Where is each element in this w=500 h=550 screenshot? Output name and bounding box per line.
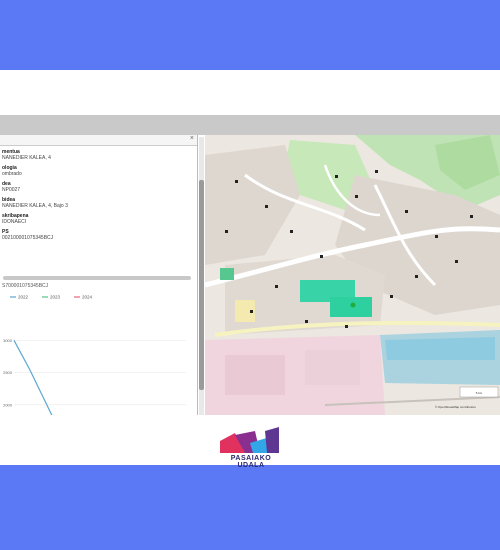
map-attribution: © OpenStreetMap contributors (435, 405, 476, 409)
legend-label: 2024 (82, 295, 93, 300)
panel-header: × (0, 135, 197, 146)
series-line-2022 (13, 340, 53, 415)
map-view[interactable]: 5 km © OpenStreetMap contributors (205, 135, 500, 415)
legend-label: 2023 (50, 295, 61, 300)
attribute-value: 002100001075345BCJ (2, 235, 54, 241)
attribute-value: NANEDIER KALEA, 4, Bajo 3 (2, 203, 68, 209)
legend-label: 2022 (18, 295, 29, 300)
attribute-value: NP0027 (2, 187, 21, 193)
selected-location-marker (350, 302, 356, 308)
app-toolbar (0, 115, 500, 135)
consumption-chart: 5001000150020002500300024681012Hilea2022… (3, 295, 186, 415)
attribute-list: mentua NANEDIER KALEA, 4 ologia ombrado dea N… (0, 146, 197, 271)
horizontal-scrollbar[interactable] (3, 276, 191, 280)
close-icon[interactable]: × (190, 135, 194, 142)
attribute-value: ombrado (2, 171, 22, 177)
y-tick-label: 2500 (3, 370, 13, 375)
y-tick-label: 3000 (3, 338, 13, 343)
sports-field (220, 268, 234, 280)
chart-id-label: S700001075345BCJ (2, 283, 49, 289)
vertical-scrollbar-thumb[interactable] (199, 180, 204, 390)
sports-field (330, 297, 372, 317)
attribute-value: NANEDIER KALEA, 4 (2, 155, 51, 161)
y-tick-label: 2000 (3, 402, 13, 407)
logo-text: PASAIAKO UDALA (230, 455, 272, 469)
feature-info-panel: × mentua NANEDIER KALEA, 4 ologia ombrado de… (0, 135, 198, 415)
attribute-value: IDONAECI (2, 219, 27, 225)
map-canvas[interactable]: 5 km © OpenStreetMap contributors (205, 135, 500, 415)
scale-label: 5 km (476, 391, 483, 395)
